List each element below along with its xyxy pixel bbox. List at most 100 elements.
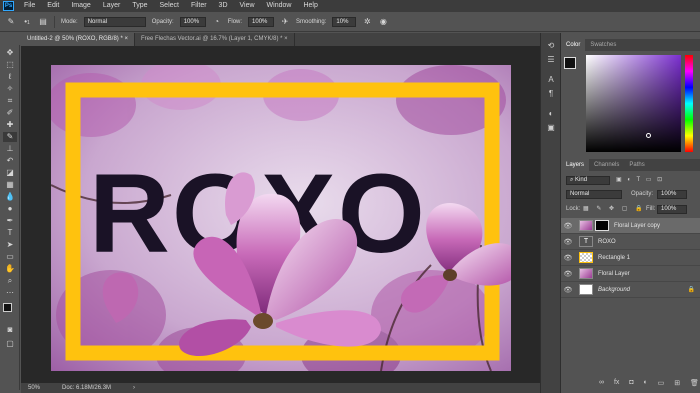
layer-filter-kind[interactable]: ⌕ Kind	[566, 176, 610, 185]
fx-icon[interactable]: fx	[614, 379, 619, 387]
mask-icon[interactable]: ◘	[629, 379, 633, 387]
blend-mode-select[interactable]: Normal	[566, 190, 622, 199]
character-icon[interactable]: A	[545, 75, 557, 85]
trash-icon[interactable]: 🗑	[690, 379, 699, 387]
screen-mode-icon[interactable]: ▢	[3, 339, 17, 349]
photoshop-logo[interactable]: Ps	[3, 1, 14, 11]
magic-wand-tool-icon[interactable]: ✧	[3, 84, 17, 94]
flow-field[interactable]: 100%	[248, 16, 275, 27]
eyedropper-tool-icon[interactable]: ✐	[3, 108, 17, 118]
color-field[interactable]	[586, 55, 681, 152]
visibility-eye-icon[interactable]: 👁	[561, 222, 575, 230]
menu-layer[interactable]: Layer	[97, 0, 127, 12]
move-tool-icon[interactable]: ✥	[3, 48, 17, 58]
menu-select[interactable]: Select	[154, 0, 185, 12]
libraries-icon[interactable]: ▣	[545, 123, 557, 133]
tab-layers[interactable]: Layers	[561, 159, 590, 171]
brush-tool-icon[interactable]: ✎	[3, 132, 17, 142]
hue-slider[interactable]	[685, 55, 693, 152]
menu-type[interactable]: Type	[126, 0, 153, 12]
layer-rectangle-1[interactable]: 👁 Rectangle 1	[561, 250, 700, 266]
more-tools-icon[interactable]: ⋯	[3, 288, 17, 298]
layer-floral-layer[interactable]: 👁 Floral Layer	[561, 266, 700, 282]
visibility-eye-icon[interactable]: 👁	[561, 270, 575, 278]
healing-brush-tool-icon[interactable]: ✚	[3, 120, 17, 130]
history-brush-tool-icon[interactable]: ↶	[3, 156, 17, 166]
lock-icons[interactable]: ▦ ✎ ✥ ▢ 🔒	[583, 205, 646, 212]
tab-paths[interactable]: Paths	[624, 159, 649, 171]
tab-free-flechas[interactable]: Free Flechas Vector.ai @ 16.7% (Layer 1,…	[135, 33, 295, 46]
eraser-tool-icon[interactable]: ◪	[3, 168, 17, 178]
quick-mask-icon[interactable]: ◙	[3, 325, 17, 335]
fill-field[interactable]: 100%	[657, 205, 687, 214]
menu-window[interactable]: Window	[261, 0, 298, 12]
menu-edit[interactable]: Edit	[41, 0, 65, 12]
dodge-tool-icon[interactable]: ●	[3, 204, 17, 214]
layer-roxo[interactable]: 👁 T ROXO	[561, 234, 700, 250]
crop-tool-icon[interactable]: ⌗	[3, 96, 17, 106]
layer-name: Floral Layer	[598, 270, 630, 277]
smoothing-field[interactable]: 10%	[332, 16, 357, 27]
tab-channels[interactable]: Channels	[589, 159, 624, 171]
menu-help[interactable]: Help	[297, 0, 323, 12]
paragraph-icon[interactable]: ¶	[545, 89, 557, 99]
layers-footer: ∞ fx ◘ ◐ ▭ ⊞ 🗑	[599, 379, 699, 387]
link-icon[interactable]: ∞	[599, 379, 604, 387]
brush-settings-icon[interactable]: ▤	[38, 17, 48, 27]
layer-background[interactable]: 👁 Background 🔒	[561, 282, 700, 298]
lasso-tool-icon[interactable]: ℓ	[3, 72, 17, 82]
gear-icon[interactable]: ✲	[362, 17, 372, 27]
mode-select[interactable]: Normal	[83, 16, 146, 27]
visibility-eye-icon[interactable]: 👁	[561, 238, 575, 246]
lock-icon[interactable]: 🔒	[688, 286, 695, 293]
layer-opacity-field[interactable]: 100%	[657, 190, 687, 199]
foreground-color-swatch[interactable]	[3, 303, 12, 312]
layers-panel-tabs: Layers Channels Paths	[561, 159, 700, 171]
visibility-eye-icon[interactable]: 👁	[561, 286, 575, 294]
airbrush-icon[interactable]: ✈	[280, 17, 290, 27]
status-bar: 50% Doc: 6.18M/26.3M ›	[21, 383, 540, 393]
flow-label: Flow:	[227, 18, 243, 25]
foreground-color-chip[interactable]	[564, 57, 576, 69]
group-icon[interactable]: ▭	[658, 379, 665, 387]
gradient-tool-icon[interactable]: ▦	[3, 180, 17, 190]
zoom-tool-icon[interactable]: ⌕	[3, 276, 17, 286]
status-arrow-icon[interactable]: ›	[133, 383, 135, 393]
adjustment-icon[interactable]: ◐	[644, 379, 648, 387]
new-layer-icon[interactable]: ⊞	[674, 379, 680, 387]
pressure-opacity-icon[interactable]: ◔	[212, 17, 222, 27]
visibility-eye-icon[interactable]: 👁	[561, 254, 575, 262]
artwork: ROXO	[51, 65, 511, 371]
pen-tool-icon[interactable]: ✒	[3, 216, 17, 226]
brush-tool-icon[interactable]: ✎	[6, 17, 16, 27]
history-icon[interactable]: ⟲	[545, 41, 557, 51]
properties-icon[interactable]: ☰	[545, 55, 557, 65]
adjustments-icon[interactable]: ◐	[545, 109, 557, 119]
menu-filter[interactable]: Filter	[185, 0, 213, 12]
pressure-size-icon[interactable]: ◉	[378, 17, 388, 27]
color-picker-cursor[interactable]	[646, 133, 651, 138]
layer-filter-icons[interactable]: ▣ ◐ T ▭ ⊡	[616, 176, 664, 183]
brush-preset-icon[interactable]: •1	[22, 17, 32, 27]
document-tabs: Untitled-2 @ 50% (ROXO, RGB/8) * × Free …	[21, 33, 540, 46]
menu-bar: Ps File Edit Image Layer Type Select Fil…	[0, 0, 700, 12]
tab-swatches[interactable]: Swatches	[585, 39, 621, 51]
hand-tool-icon[interactable]: ✋	[3, 264, 17, 274]
menu-3d[interactable]: 3D	[213, 0, 234, 12]
menu-view[interactable]: View	[234, 0, 261, 12]
menu-file[interactable]: File	[18, 0, 41, 12]
zoom-level[interactable]: 50%	[28, 383, 40, 393]
marquee-tool-icon[interactable]: ⬚	[3, 60, 17, 70]
path-selection-tool-icon[interactable]: ➤	[3, 240, 17, 250]
rectangle-tool-icon[interactable]: ▭	[3, 252, 17, 262]
type-tool-icon[interactable]: T	[3, 228, 17, 238]
clone-stamp-tool-icon[interactable]: ⊥	[3, 144, 17, 154]
document-canvas[interactable]: ROXO	[51, 65, 511, 371]
tab-untitled-2[interactable]: Untitled-2 @ 50% (ROXO, RGB/8) * ×	[21, 33, 135, 46]
layer-mask-thumbnail[interactable]	[595, 220, 609, 231]
menu-image[interactable]: Image	[65, 0, 96, 12]
layer-floral-layer-copy[interactable]: 👁 Floral Layer copy	[561, 218, 700, 234]
tab-color[interactable]: Color	[561, 39, 586, 51]
opacity-field[interactable]: 100%	[179, 16, 206, 27]
blur-tool-icon[interactable]: 💧	[3, 192, 17, 202]
